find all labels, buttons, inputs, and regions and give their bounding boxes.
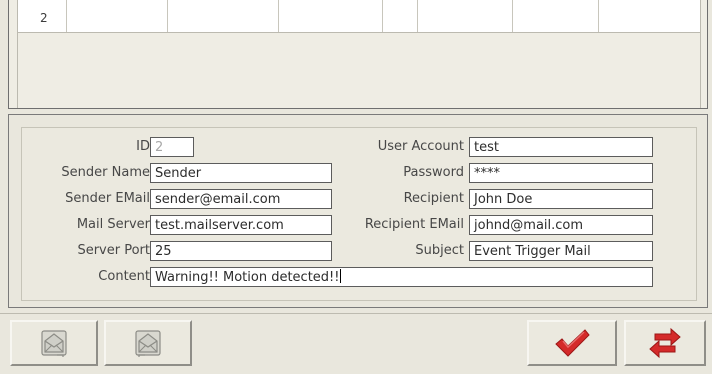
content-field[interactable]: Warning!! Motion detected!! [150,267,653,287]
row-id: 2 [40,11,48,25]
sender-email-field[interactable]: sender@email.com [150,189,332,209]
send-mail-button[interactable] [10,320,98,366]
server-port-label: Server Port [77,243,150,258]
id-label: ID [136,139,150,154]
sender-name-field[interactable]: Sender [150,163,332,183]
table-cell [513,0,599,32]
confirm-button[interactable] [527,320,617,366]
recipient-field[interactable]: John Doe [469,189,653,209]
refresh-button[interactable] [624,320,706,366]
recipient-label: Recipient [403,191,464,206]
checkmark-icon [555,329,590,357]
password-field[interactable]: **** [469,163,653,183]
recipient-email-label: Recipient EMail [364,217,464,232]
mail-settings-panel: ID 2 Sender Name Sender Sender EMail sen… [8,114,708,308]
table-row[interactable]: 2 [18,0,700,33]
mail-server-field[interactable]: test.mailserver.com [150,215,332,235]
receive-mail-button[interactable] [104,320,192,366]
password-label: Password [403,165,464,180]
user-account-field[interactable]: test [469,137,653,157]
mail-list: 2 [17,0,701,108]
server-port-field[interactable]: 25 [150,241,332,261]
content-text: Warning!! Motion detected!! [155,270,340,285]
recipient-email-field[interactable]: johnd@mail.com [469,215,653,235]
table-cell [67,0,168,32]
user-account-label: User Account [377,139,464,154]
table-cell [168,0,279,32]
table-cell-id: 2 [18,0,67,32]
mail-list-frame: 2 [8,0,708,109]
mail-settings-group: ID 2 Sender Name Sender Sender EMail sen… [21,127,697,301]
table-cell [418,0,513,32]
id-field: 2 [150,137,194,157]
sender-email-label: Sender EMail [65,191,150,206]
mail-receive-icon [135,330,161,357]
mail-server-label: Mail Server [76,217,150,232]
sender-name-label: Sender Name [61,165,150,180]
text-cursor [340,269,342,283]
subject-field[interactable]: Event Trigger Mail [469,241,653,261]
table-cell [383,0,418,32]
refresh-icon [649,327,681,359]
subject-label: Subject [415,243,464,258]
content-label: Content [98,269,150,284]
toolbar-divider [0,313,712,314]
mail-send-icon [41,330,67,357]
table-cell [279,0,383,32]
